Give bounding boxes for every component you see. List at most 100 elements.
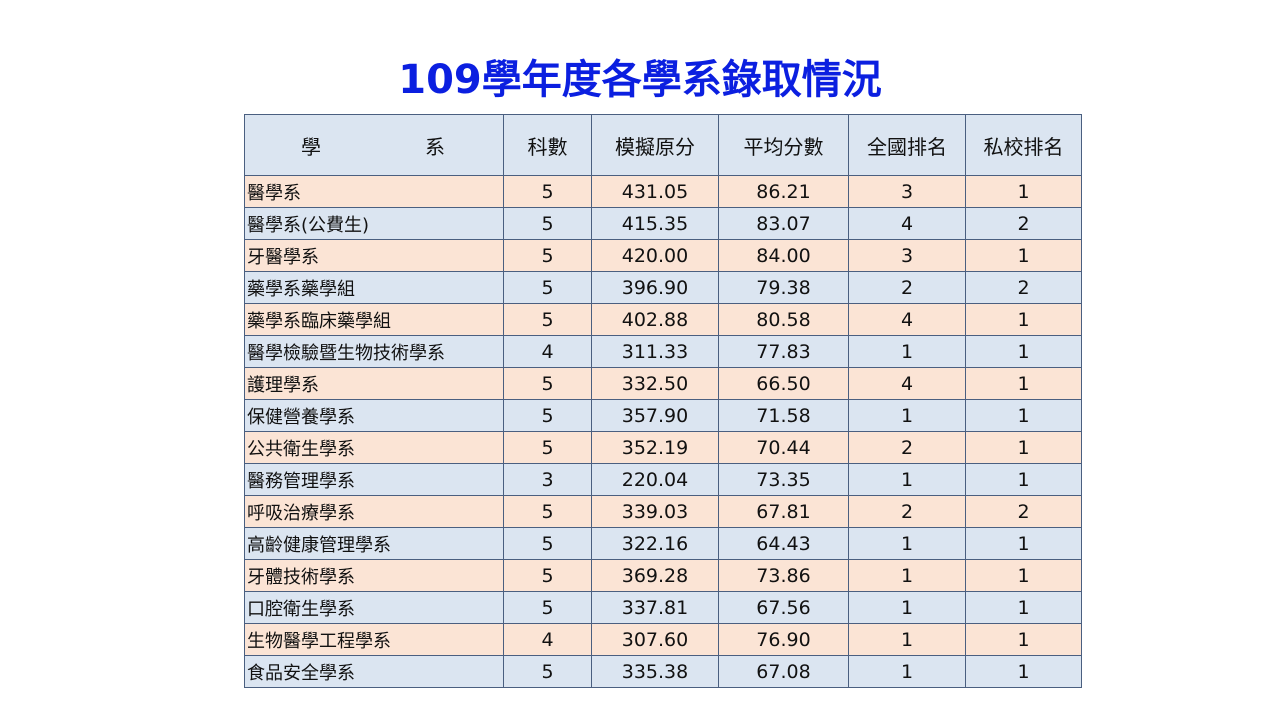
average-score-cell: 84.00 (718, 239, 849, 272)
private-rank-cell: 1 (965, 527, 1082, 560)
subjects-cell: 5 (503, 399, 592, 432)
average-score-cell: 64.43 (718, 527, 849, 560)
header-private-rank: 私校排名 (965, 114, 1082, 176)
private-rank-cell: 1 (965, 175, 1082, 208)
national-rank-cell: 2 (848, 495, 966, 528)
header-average-score: 平均分數 (718, 114, 849, 176)
table-row: 保健營養學系 5 357.90 71.58 1 1 (244, 399, 1082, 432)
subjects-cell: 5 (503, 367, 592, 400)
department-cell: 公共衛生學系 (244, 431, 504, 464)
raw-score-cell: 431.05 (591, 175, 719, 208)
department-cell: 醫務管理學系 (244, 463, 504, 496)
department-cell: 呼吸治療學系 (244, 495, 504, 528)
average-score-cell: 67.08 (718, 655, 849, 688)
average-score-cell: 73.86 (718, 559, 849, 592)
table-row: 醫學系(公費生) 5 415.35 83.07 4 2 (244, 207, 1082, 240)
average-score-cell: 80.58 (718, 303, 849, 336)
header-national-rank: 全國排名 (848, 114, 966, 176)
private-rank-cell: 1 (965, 655, 1082, 688)
department-cell: 牙體技術學系 (244, 559, 504, 592)
average-score-cell: 67.56 (718, 591, 849, 624)
private-rank-cell: 2 (965, 207, 1082, 240)
private-rank-cell: 1 (965, 463, 1082, 496)
average-score-cell: 83.07 (718, 207, 849, 240)
national-rank-cell: 4 (848, 367, 966, 400)
table-row: 醫學檢驗暨生物技術學系 4 311.33 77.83 1 1 (244, 335, 1082, 368)
department-cell: 醫學系(公費生) (244, 207, 504, 240)
national-rank-cell: 1 (848, 655, 966, 688)
subjects-cell: 5 (503, 303, 592, 336)
subjects-cell: 5 (503, 655, 592, 688)
header-department: 學 系 (244, 114, 504, 176)
national-rank-cell: 2 (848, 271, 966, 304)
header-department-left: 學 (301, 134, 321, 159)
department-cell: 醫學系 (244, 175, 504, 208)
average-score-cell: 77.83 (718, 335, 849, 368)
subjects-cell: 5 (503, 431, 592, 464)
department-cell: 高齡健康管理學系 (244, 527, 504, 560)
raw-score-cell: 337.81 (591, 591, 719, 624)
department-cell: 護理學系 (244, 367, 504, 400)
table-row: 醫學系 5 431.05 86.21 3 1 (244, 175, 1082, 208)
national-rank-cell: 1 (848, 527, 966, 560)
table-row: 食品安全學系 5 335.38 67.08 1 1 (244, 655, 1082, 688)
average-score-cell: 67.81 (718, 495, 849, 528)
table-row: 高齡健康管理學系 5 322.16 64.43 1 1 (244, 527, 1082, 560)
national-rank-cell: 1 (848, 463, 966, 496)
private-rank-cell: 2 (965, 271, 1082, 304)
department-cell: 生物醫學工程學系 (244, 623, 504, 656)
private-rank-cell: 1 (965, 367, 1082, 400)
table-header-row: 學 系 科數 模擬原分 平均分數 全國排名 私校排名 (244, 114, 1082, 176)
private-rank-cell: 1 (965, 591, 1082, 624)
table-row: 護理學系 5 332.50 66.50 4 1 (244, 367, 1082, 400)
national-rank-cell: 1 (848, 559, 966, 592)
private-rank-cell: 1 (965, 431, 1082, 464)
raw-score-cell: 415.35 (591, 207, 719, 240)
national-rank-cell: 3 (848, 239, 966, 272)
table-row: 藥學系藥學組 5 396.90 79.38 2 2 (244, 271, 1082, 304)
page-title: 109學年度各學系錄取情況 (398, 57, 882, 103)
department-cell: 藥學系藥學組 (244, 271, 504, 304)
national-rank-cell: 2 (848, 431, 966, 464)
national-rank-cell: 4 (848, 303, 966, 336)
department-cell: 保健營養學系 (244, 399, 504, 432)
average-score-cell: 71.58 (718, 399, 849, 432)
department-cell: 醫學檢驗暨生物技術學系 (244, 335, 504, 368)
subjects-cell: 4 (503, 335, 592, 368)
subjects-cell: 5 (503, 559, 592, 592)
header-department-right: 系 (425, 134, 445, 159)
average-score-cell: 79.38 (718, 271, 849, 304)
department-cell: 食品安全學系 (244, 655, 504, 688)
header-subjects: 科數 (503, 114, 592, 176)
raw-score-cell: 339.03 (591, 495, 719, 528)
department-cell: 藥學系臨床藥學組 (244, 303, 504, 336)
table-row: 公共衛生學系 5 352.19 70.44 2 1 (244, 431, 1082, 464)
average-score-cell: 73.35 (718, 463, 849, 496)
raw-score-cell: 396.90 (591, 271, 719, 304)
private-rank-cell: 1 (965, 559, 1082, 592)
raw-score-cell: 369.28 (591, 559, 719, 592)
average-score-cell: 86.21 (718, 175, 849, 208)
raw-score-cell: 322.16 (591, 527, 719, 560)
subjects-cell: 5 (503, 495, 592, 528)
private-rank-cell: 1 (965, 335, 1082, 368)
header-raw-score: 模擬原分 (591, 114, 719, 176)
subjects-cell: 5 (503, 527, 592, 560)
subjects-cell: 5 (503, 239, 592, 272)
admission-table: 學 系 科數 模擬原分 平均分數 全國排名 私校排名 醫學系 5 431.05 86.… (244, 114, 1082, 688)
private-rank-cell: 1 (965, 303, 1082, 336)
table-row: 牙體技術學系 5 369.28 73.86 1 1 (244, 559, 1082, 592)
raw-score-cell: 420.00 (591, 239, 719, 272)
national-rank-cell: 4 (848, 207, 966, 240)
raw-score-cell: 311.33 (591, 335, 719, 368)
raw-score-cell: 332.50 (591, 367, 719, 400)
private-rank-cell: 1 (965, 623, 1082, 656)
average-score-cell: 66.50 (718, 367, 849, 400)
table-row: 呼吸治療學系 5 339.03 67.81 2 2 (244, 495, 1082, 528)
raw-score-cell: 357.90 (591, 399, 719, 432)
department-cell: 牙醫學系 (244, 239, 504, 272)
national-rank-cell: 1 (848, 591, 966, 624)
raw-score-cell: 220.04 (591, 463, 719, 496)
average-score-cell: 76.90 (718, 623, 849, 656)
national-rank-cell: 1 (848, 335, 966, 368)
